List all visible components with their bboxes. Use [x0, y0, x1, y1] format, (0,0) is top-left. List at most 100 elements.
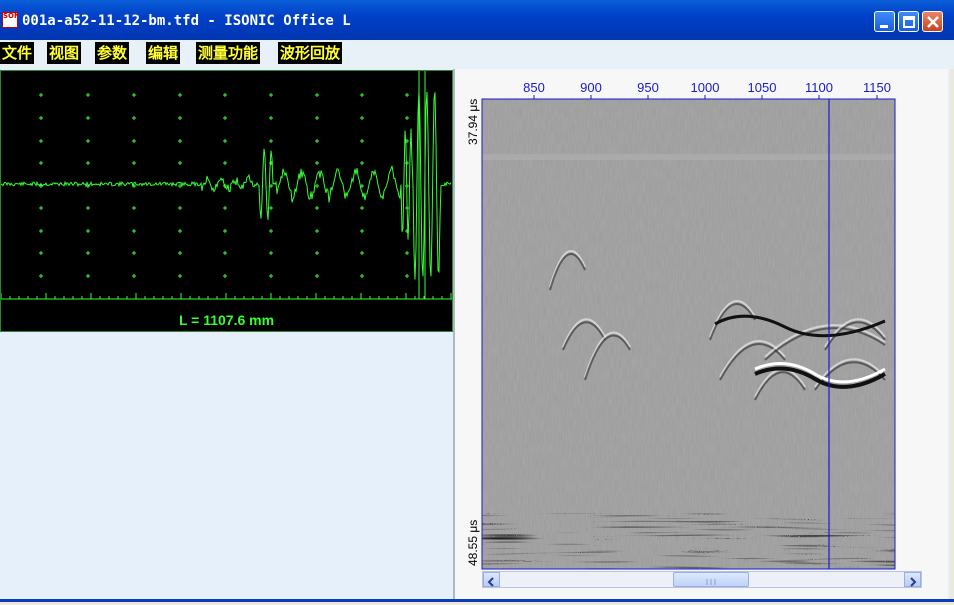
grid-marker — [360, 116, 364, 120]
minimize-icon — [880, 25, 888, 28]
ascan-display[interactable] — [0, 70, 453, 332]
scroll-left-button[interactable] — [483, 572, 500, 587]
grid-marker — [132, 229, 136, 233]
grid-marker — [39, 274, 43, 278]
grid-marker — [39, 251, 43, 255]
y-bottom-label: 48.55 μs — [466, 520, 480, 566]
grid-marker — [132, 116, 136, 120]
grid-marker — [223, 206, 227, 210]
grid-marker — [86, 206, 90, 210]
grid-marker — [132, 93, 136, 97]
grid-marker — [269, 206, 273, 210]
grid-marker — [405, 251, 409, 255]
x-tick-label: 850 — [523, 80, 545, 95]
grid-marker — [86, 116, 90, 120]
grid-marker — [315, 206, 319, 210]
grid-marker — [39, 161, 43, 165]
grid-marker — [178, 251, 182, 255]
bscan-image[interactable]: 850 900 950 1000 1050 1100 1150 37.94 μs 48.55… — [455, 69, 948, 571]
grid-marker — [360, 251, 364, 255]
close-icon — [927, 16, 939, 28]
grid-marker — [315, 251, 319, 255]
y-top-label: 37.94 μs — [466, 99, 480, 145]
grid-marker — [223, 93, 227, 97]
menu-edit[interactable]: 编辑 — [146, 42, 181, 64]
x-tick-label: 900 — [580, 80, 602, 95]
grid-marker — [269, 229, 273, 233]
grid-marker — [315, 229, 319, 233]
ascan-waveform-plot — [0, 71, 452, 300]
grid-marker — [178, 274, 182, 278]
grid-marker — [315, 116, 319, 120]
grid-marker — [178, 229, 182, 233]
scroll-thumb[interactable] — [673, 572, 749, 587]
menu-measure[interactable]: 测量功能 — [196, 42, 261, 64]
ascan-waveform — [0, 90, 452, 280]
grid-marker — [132, 206, 136, 210]
grid-marker — [86, 93, 90, 97]
grid-marker — [223, 229, 227, 233]
grid-marker — [269, 251, 273, 255]
grid-marker — [223, 139, 227, 143]
grid-marker — [132, 139, 136, 143]
grid-marker — [360, 274, 364, 278]
window-bottom-border — [0, 599, 954, 602]
horizontal-scrollbar[interactable] — [482, 571, 922, 588]
grid-marker — [39, 93, 43, 97]
close-button[interactable] — [922, 11, 943, 32]
grid-marker — [315, 161, 319, 165]
title-bar[interactable]: SONIC 001a-a52-11-12-bm.tfd - ISONIC Off… — [0, 0, 954, 40]
maximize-button[interactable] — [898, 11, 919, 32]
maximize-icon — [903, 16, 915, 28]
x-tick-label: 1100 — [805, 80, 833, 95]
application-window: SONIC 001a-a52-11-12-bm.tfd - ISONIC Off… — [0, 0, 954, 605]
grid-marker — [360, 161, 364, 165]
grid-marker — [223, 251, 227, 255]
grid-marker — [86, 251, 90, 255]
grid-marker — [223, 116, 227, 120]
distance-readout: L = 1107.6 mm — [178, 312, 275, 328]
grid-marker — [315, 184, 319, 188]
grid-marker — [86, 229, 90, 233]
grid-marker — [405, 161, 409, 165]
app-icon[interactable]: SONIC — [2, 12, 18, 28]
x-tick-label: 950 — [637, 80, 659, 95]
grid-marker — [86, 274, 90, 278]
grid-marker — [39, 229, 43, 233]
grid-marker — [315, 139, 319, 143]
chevron-right-icon — [910, 577, 917, 587]
grid-marker — [315, 274, 319, 278]
interface-band — [482, 154, 895, 160]
scroll-right-button[interactable] — [904, 572, 921, 587]
grid-marker — [86, 139, 90, 143]
menu-playback[interactable]: 波形回放 — [278, 42, 343, 64]
x-tick-label: 1000 — [691, 80, 720, 95]
grid-marker — [178, 206, 182, 210]
grid-marker — [360, 206, 364, 210]
menu-parameters[interactable]: 参数 — [95, 42, 130, 64]
backwall-echo-band — [482, 513, 895, 569]
grid-marker — [405, 116, 409, 120]
grid-marker — [178, 139, 182, 143]
grid-marker — [269, 139, 273, 143]
grid-marker — [178, 116, 182, 120]
menu-file[interactable]: 文件 — [0, 42, 35, 64]
grid-marker — [269, 274, 273, 278]
grid-marker — [86, 161, 90, 165]
minimize-button[interactable] — [874, 11, 895, 32]
menu-view[interactable]: 视图 — [47, 42, 82, 64]
x-tick-label: 1050 — [748, 80, 777, 95]
grid-marker — [178, 93, 182, 97]
grid-marker — [405, 93, 409, 97]
grid-marker — [315, 93, 319, 97]
menu-bar — [0, 40, 954, 69]
grid-marker — [39, 116, 43, 120]
grid-marker — [360, 93, 364, 97]
window-title: 001a-a52-11-12-bm.tfd - ISONIC Office L — [22, 13, 351, 29]
grid-marker — [132, 161, 136, 165]
grid-marker — [269, 116, 273, 120]
chevron-left-icon — [487, 577, 494, 587]
grid-marker — [39, 139, 43, 143]
grid-marker — [269, 93, 273, 97]
grid-marker — [39, 206, 43, 210]
